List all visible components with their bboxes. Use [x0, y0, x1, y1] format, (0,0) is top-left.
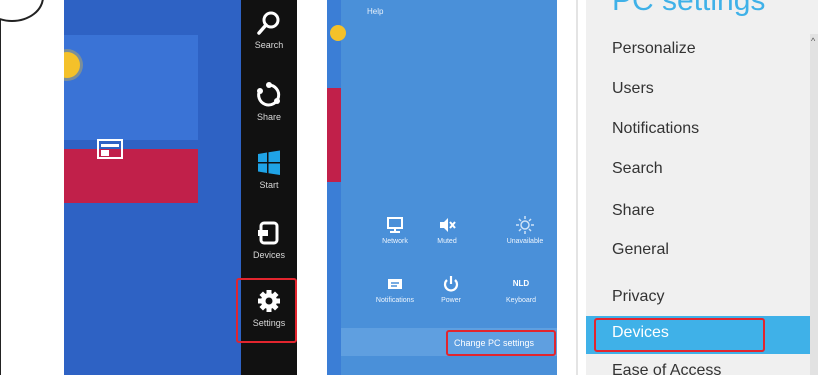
windows-logo-icon — [258, 150, 280, 175]
pc-settings-item-personalize[interactable]: Personalize — [612, 40, 696, 58]
power-icon — [443, 276, 459, 292]
weather-tile[interactable] — [64, 35, 198, 140]
pc-settings-title: PC settings — [612, 0, 766, 17]
sun-icon — [330, 25, 346, 41]
muted-label: Muted — [437, 238, 457, 245]
pc-settings-item-users[interactable]: Users — [612, 80, 654, 98]
pc-settings-item-ease-of-access[interactable]: Ease of Access — [612, 362, 721, 375]
network-label: Network — [382, 238, 408, 245]
pc-settings-item-privacy[interactable]: Privacy — [612, 288, 664, 306]
charm-start-label: Start — [259, 180, 279, 190]
share-icon — [257, 82, 281, 107]
devices-icon — [258, 221, 279, 245]
charm-share[interactable]: Share — [241, 82, 297, 122]
start-screen-strip — [327, 0, 341, 375]
pc-settings-item-general[interactable]: General — [612, 241, 669, 259]
news-icon — [97, 139, 123, 159]
frame-border — [0, 0, 7, 375]
charm-search-label: Search — [254, 40, 284, 50]
brightness-icon — [516, 216, 534, 234]
panel-divider — [576, 0, 578, 375]
settings-pane-panel: Help Network Muted Unavailable Notificat… — [327, 0, 557, 375]
pc-settings-item-share[interactable]: Share — [612, 202, 655, 220]
pc-settings-item-notifications[interactable]: Notifications — [612, 120, 699, 138]
help-link[interactable]: Help — [367, 7, 383, 16]
power-button[interactable]: Power — [423, 275, 479, 304]
unavailable-label: Unavailable — [506, 238, 544, 245]
charm-search[interactable]: Search — [241, 10, 297, 50]
notifications-icon — [388, 279, 402, 289]
charm-start[interactable]: Start — [241, 150, 297, 190]
scroll-up-arrow-icon[interactable]: ^ — [811, 36, 815, 46]
network-icon — [387, 217, 403, 233]
power-label: Power — [441, 297, 461, 304]
keyboard-button[interactable]: NLD Keyboard — [493, 275, 549, 304]
network-button[interactable]: Network — [367, 216, 423, 245]
change-pc-settings-highlight-box — [446, 330, 556, 356]
volume-button[interactable]: Muted — [419, 216, 475, 245]
pc-settings-item-search[interactable]: Search — [612, 160, 663, 178]
charm-devices[interactable]: Devices — [241, 220, 297, 260]
news-tile-edge — [327, 88, 341, 182]
brightness-button[interactable]: Unavailable — [497, 216, 553, 245]
speaker-muted-icon — [440, 218, 456, 232]
keyboard-language-code: NLD — [512, 279, 530, 288]
step-marker — [0, 0, 44, 22]
scrollbar[interactable] — [810, 34, 818, 375]
news-tile[interactable] — [64, 149, 198, 203]
charm-share-label: Share — [256, 112, 282, 122]
notifications-button[interactable]: Notifications — [367, 275, 423, 304]
keyboard-label: Keyboard — [506, 297, 536, 304]
devices-highlight-box — [594, 318, 765, 352]
notifications-label: Notifications — [375, 297, 415, 304]
settings-highlight-box — [236, 278, 297, 343]
search-icon — [257, 11, 280, 35]
charm-devices-label: Devices — [252, 250, 285, 260]
